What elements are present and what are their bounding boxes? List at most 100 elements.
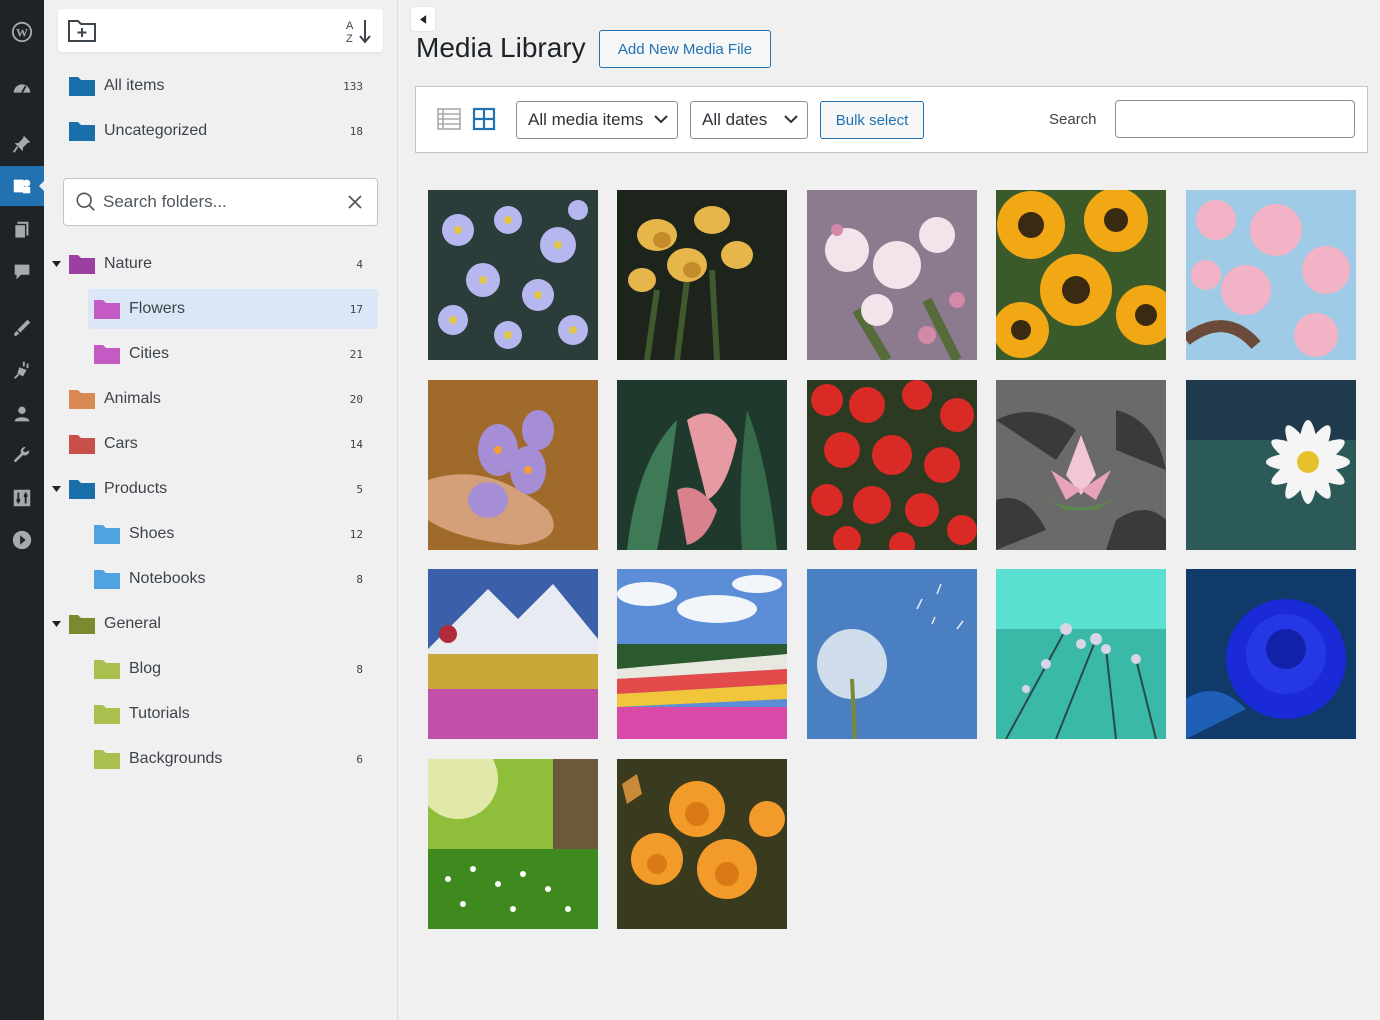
folder-backgrounds[interactable]: Backgrounds 6	[88, 739, 378, 779]
media-item-orange-flowers-butterfly[interactable]	[617, 759, 787, 929]
media-item-white-daisy[interactable]	[1186, 380, 1356, 550]
folder-label: All items	[104, 77, 165, 94]
media-thumbnail	[807, 569, 977, 739]
folder-icon	[94, 705, 120, 724]
folder-icon	[69, 77, 95, 96]
folder-count: 8	[356, 662, 363, 676]
folder-label: Cities	[129, 345, 170, 362]
folder-animals[interactable]: Animals 20	[63, 379, 378, 419]
folder-icon	[94, 570, 120, 589]
caret-down-icon[interactable]	[51, 259, 61, 269]
new-folder-button[interactable]	[66, 15, 98, 47]
folder-panel: AZ All items 133 Uncategorized 18 Search…	[44, 0, 398, 1020]
add-new-media-button[interactable]: Add New Media File	[599, 30, 771, 68]
sort-az-icon: AZ	[346, 20, 371, 45]
media-item-sunflowers[interactable]	[996, 190, 1166, 360]
media-thumbnail	[807, 190, 977, 360]
folder-tutorials[interactable]: Tutorials	[88, 694, 378, 734]
media-item-mountain-meadow[interactable]	[428, 569, 598, 739]
list-view-icon[interactable]	[437, 107, 461, 131]
media-item-crocus-in-hand[interactable]	[428, 380, 598, 550]
folder-nature[interactable]: Nature 4	[51, 244, 378, 284]
date-select-value: All dates	[702, 110, 768, 129]
tools-icon[interactable]	[0, 436, 44, 476]
media-item-red-begonias[interactable]	[807, 380, 977, 550]
media-item-water-lily[interactable]	[996, 380, 1166, 550]
media-thumbnail	[1186, 190, 1356, 360]
close-icon[interactable]	[346, 193, 364, 211]
media-icon[interactable]	[0, 166, 45, 206]
date-select[interactable]: All dates	[690, 101, 808, 139]
folder-count: 4	[356, 257, 363, 271]
caret-down-icon[interactable]	[51, 619, 61, 629]
folder-icon	[69, 480, 95, 499]
folder-label: Nature	[104, 255, 153, 272]
folder-products[interactable]: Products 5	[51, 469, 378, 509]
media-thumbnail	[617, 569, 787, 739]
media-type-select[interactable]: All media items	[516, 101, 678, 139]
folder-label: Backgrounds	[129, 750, 223, 767]
caret-down-icon[interactable]	[51, 484, 61, 494]
chevron-down-icon	[654, 115, 668, 124]
sort-button[interactable]: AZ	[343, 15, 375, 47]
caret-left-icon	[419, 14, 426, 24]
posts-pin-icon[interactable]	[0, 124, 44, 164]
folder-blog[interactable]: Blog 8	[88, 649, 378, 689]
search-folders-input[interactable]: Search folders...	[63, 178, 378, 226]
svg-text:Z: Z	[346, 33, 353, 45]
media-item-pink-calla-lily[interactable]	[617, 380, 787, 550]
folder-count: 12	[349, 527, 363, 541]
folder-cars[interactable]: Cars 14	[63, 424, 378, 464]
media-thumbnail	[428, 759, 598, 929]
play-icon[interactable]	[0, 520, 44, 560]
folder-shoes[interactable]: Shoes 12	[88, 514, 378, 554]
wordpress-logo-icon[interactable]: W	[0, 12, 44, 52]
folder-cities[interactable]: Cities 21	[88, 334, 378, 374]
folder-label: Products	[104, 480, 168, 497]
media-item-apple-blossom[interactable]	[807, 190, 977, 360]
folder-count: 20	[349, 392, 363, 406]
folder-flowers[interactable]: Flowers 17	[88, 289, 378, 329]
media-item-yellow-tulips[interactable]	[617, 190, 787, 360]
media-thumbnail	[617, 380, 787, 550]
search-label: Search	[1049, 111, 1097, 128]
bulk-select-button[interactable]: Bulk select	[820, 101, 924, 139]
folder-count: 21	[349, 347, 363, 361]
media-item-purple-asters[interactable]	[428, 190, 598, 360]
collapse-panel-button[interactable]	[411, 7, 435, 31]
media-search-input[interactable]	[1115, 100, 1355, 138]
comments-icon[interactable]	[0, 252, 44, 292]
media-item-dewy-teal-flowers[interactable]	[996, 569, 1166, 739]
grid-view-icon[interactable]	[472, 107, 496, 131]
svg-text:W: W	[16, 26, 28, 40]
search-folders-placeholder: Search folders...	[103, 192, 227, 211]
media-item-flower-field[interactable]	[617, 569, 787, 739]
dashboard-icon[interactable]	[0, 68, 44, 108]
folder-label: Flowers	[129, 300, 186, 317]
media-filter-bar: All media items All dates Bulk select Se…	[415, 86, 1368, 153]
folder-notebooks[interactable]: Notebooks 8	[88, 559, 378, 599]
media-item-sunny-meadow[interactable]	[428, 759, 598, 929]
appearance-icon[interactable]	[0, 308, 44, 348]
media-item-cherry-blossom[interactable]	[1186, 190, 1356, 360]
folder-count: 8	[356, 572, 363, 586]
folder-toolbar: AZ	[58, 9, 383, 52]
settings-icon[interactable]	[0, 478, 44, 518]
media-thumbnail	[996, 190, 1166, 360]
folder-icon	[94, 660, 120, 679]
media-thumbnail	[428, 190, 598, 360]
media-thumbnail	[807, 380, 977, 550]
pages-icon[interactable]	[0, 210, 44, 250]
folder-general[interactable]: General	[51, 604, 378, 644]
media-thumbnail	[1186, 380, 1356, 550]
folder-icon	[94, 750, 120, 769]
users-icon[interactable]	[0, 394, 44, 434]
media-thumbnail	[617, 759, 787, 929]
media-item-dandelion-sky[interactable]	[807, 569, 977, 739]
folder-all-items[interactable]: All items 133	[63, 66, 378, 106]
folder-icon	[69, 390, 95, 409]
folder-icon	[94, 345, 120, 364]
plugins-icon[interactable]	[0, 350, 44, 390]
media-item-blue-rose[interactable]	[1186, 569, 1356, 739]
folder-uncategorized[interactable]: Uncategorized 18	[63, 111, 378, 151]
